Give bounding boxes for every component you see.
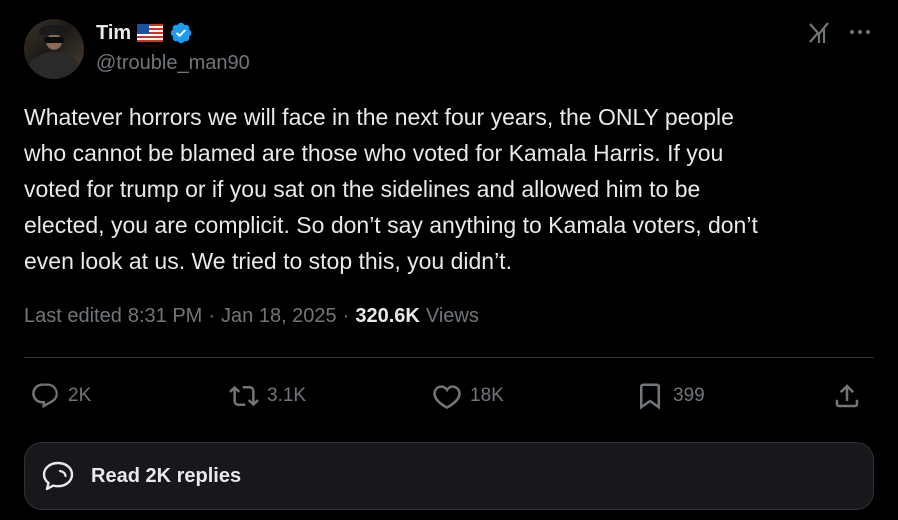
bookmark-button[interactable]: 399 [635,372,705,420]
author-name-row: Tim [96,21,193,45]
tweet-text: Whatever horrors we will face in the nex… [24,104,758,274]
repost-icon [229,385,259,407]
views-count: 320.6K [355,305,420,327]
share-icon [835,384,859,408]
avatar-sunglasses [44,37,64,43]
share-button[interactable] [832,372,862,420]
tweet-time[interactable]: 8:31 PM [128,305,202,328]
divider [24,357,874,358]
heart-icon [433,385,461,410]
like-count: 18K [470,385,504,406]
repost-button[interactable]: 3.1K [229,372,306,420]
tweet-meta: Last edited 8:31 PM · Jan 18, 2025 · 320… [24,305,479,328]
more-options-icon[interactable] [847,22,873,42]
meta-separator: · [208,305,216,327]
author-avatar[interactable] [24,19,84,79]
verified-badge-icon [170,22,192,44]
speech-bubble-icon [42,461,74,491]
edited-label[interactable]: Last edited [24,305,122,328]
read-replies-label: Read 2K replies [91,464,242,487]
bookmark-icon [640,383,660,410]
grok-icon[interactable] [806,20,832,46]
action-bar: 2K 3.1K 18K 399 [24,372,874,420]
us-flag-icon [137,24,164,42]
like-button[interactable]: 18K [432,372,504,420]
tweet-date[interactable]: Jan 18, 2025 [221,305,337,328]
author-handle[interactable]: @trouble_man90 [96,52,250,75]
views-label: Views [425,305,479,327]
reply-button[interactable]: 2K [30,372,91,420]
author-display-name[interactable]: Tim [96,22,131,45]
repost-count: 3.1K [267,385,307,406]
avatar-cap [39,25,69,35]
meta-separator: · [342,305,350,327]
bookmark-count: 399 [673,385,705,406]
read-replies-button[interactable]: Read 2K replies [24,442,874,510]
reply-count: 2K [68,385,92,406]
reply-icon [32,383,58,409]
